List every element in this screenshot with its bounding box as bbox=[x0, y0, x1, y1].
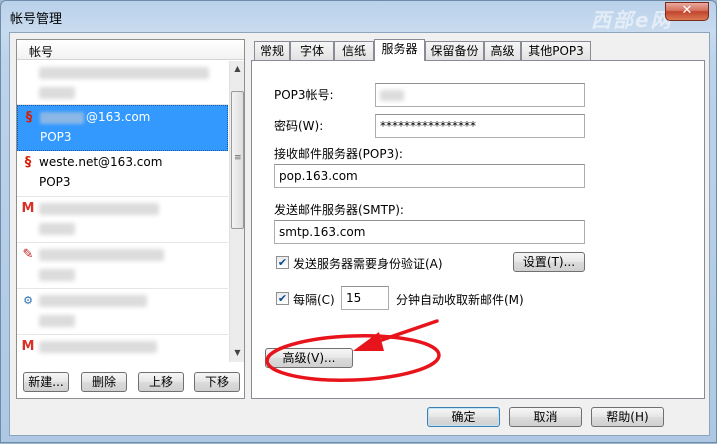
account-list-header[interactable]: 帐号 bbox=[17, 40, 244, 60]
redacted-type bbox=[39, 315, 75, 327]
redacted-account bbox=[380, 90, 404, 101]
redacted-email-prefix bbox=[40, 112, 84, 124]
auth-checkbox-label[interactable]: 发送服务器需要身份验证(A) bbox=[293, 255, 443, 272]
close-button[interactable]: ✕ bbox=[665, 2, 709, 21]
interval-minutes-field[interactable]: 15 bbox=[341, 286, 389, 310]
password-label: 密码(W): bbox=[274, 119, 324, 133]
redacted-type bbox=[39, 223, 75, 235]
window-title: 帐号管理 bbox=[10, 12, 63, 27]
title-bar[interactable]: 帐号管理 西部e网 ✕ bbox=[1, 1, 716, 33]
tab-general[interactable]: 常规 bbox=[254, 41, 290, 60]
scroll-up-icon[interactable]: ▲ bbox=[230, 61, 245, 77]
move-up-button[interactable]: 上移 bbox=[138, 372, 184, 392]
scroll-down-icon[interactable]: ▼ bbox=[230, 345, 245, 361]
interval-suffix-label: 分钟自动收取新邮件(M) bbox=[396, 293, 524, 307]
account-item-2[interactable]: § @163.com POP3 bbox=[17, 105, 228, 151]
exchange-icon: ⚙ bbox=[23, 294, 33, 307]
account-email: @163.com bbox=[86, 110, 151, 124]
account-type: POP3 bbox=[40, 130, 72, 144]
account-list-scrollbar[interactable]: ▲ ≡ ▼ bbox=[229, 61, 244, 362]
incoming-server-label: 接收邮件服务器(POP3): bbox=[274, 147, 403, 161]
outgoing-server-label: 发送邮件服务器(SMTP): bbox=[274, 203, 404, 217]
163-icon: § bbox=[25, 110, 33, 125]
account-list[interactable]: § @163.com POP3 § weste.net@163.com POP3… bbox=[17, 61, 228, 361]
cancel-button[interactable]: 取消 bbox=[509, 407, 582, 427]
interval-checkbox[interactable]: ✔ bbox=[276, 292, 289, 305]
account-manager-window: 帐号管理 西部e网 ✕ 帐号 § @163.com POP3 § weste.n… bbox=[0, 0, 717, 443]
delete-account-button[interactable]: 删除 bbox=[81, 372, 127, 392]
account-item-3[interactable]: § weste.net@163.com POP3 bbox=[17, 151, 228, 197]
gmail-icon: M bbox=[21, 201, 35, 216]
tab-font[interactable]: 字体 bbox=[290, 41, 334, 60]
account-type: POP3 bbox=[39, 175, 71, 189]
account-item-7[interactable]: M bbox=[17, 335, 228, 361]
pop3-account-label: POP3帐号: bbox=[274, 88, 334, 102]
redacted-email bbox=[39, 203, 159, 215]
tab-advanced[interactable]: 高级 bbox=[484, 41, 521, 60]
ok-button[interactable]: 确定 bbox=[427, 407, 500, 427]
new-account-button[interactable]: 新建... bbox=[23, 372, 69, 392]
account-item-1[interactable] bbox=[17, 61, 228, 105]
move-down-button[interactable]: 下移 bbox=[194, 372, 240, 392]
tab-backup[interactable]: 保留备份 bbox=[425, 41, 484, 60]
incoming-server-field[interactable]: pop.163.com bbox=[274, 164, 585, 188]
redacted-email bbox=[39, 341, 157, 353]
close-icon: ✕ bbox=[681, 3, 693, 18]
redacted-type bbox=[39, 87, 75, 99]
grip-icon: ≡ bbox=[234, 153, 242, 163]
redacted-type bbox=[39, 269, 75, 281]
account-item-6[interactable]: ⚙ bbox=[17, 289, 228, 335]
pop3-account-field[interactable] bbox=[375, 83, 585, 107]
tab-stationery[interactable]: 信纸 bbox=[334, 41, 374, 60]
tab-server[interactable]: 服务器 bbox=[374, 39, 425, 61]
watermark-logo: 西部e网 bbox=[591, 8, 673, 32]
account-column-label: 帐号 bbox=[29, 45, 54, 59]
dialog-client-area: 帐号 § @163.com POP3 § weste.net@163.com P… bbox=[9, 32, 710, 436]
redacted-email bbox=[39, 295, 147, 307]
server-tab-page: POP3帐号: 密码(W): **************** 接收邮件服务器(… bbox=[251, 60, 705, 399]
redacted-email bbox=[39, 67, 209, 79]
auth-checkbox[interactable]: ✔ bbox=[276, 256, 289, 269]
163-icon: § bbox=[24, 155, 32, 170]
redacted-email bbox=[39, 249, 164, 261]
advanced-button[interactable]: 高级(V)... bbox=[265, 348, 353, 368]
gmail-icon: M bbox=[21, 339, 35, 354]
auth-settings-button[interactable]: 设置(T)... bbox=[513, 252, 585, 272]
help-button[interactable]: 帮助(H) bbox=[591, 407, 664, 427]
password-field[interactable]: **************** bbox=[375, 114, 585, 138]
outgoing-server-field[interactable]: smtp.163.com bbox=[274, 220, 585, 244]
interval-checkbox-label[interactable]: 每隔(C) bbox=[293, 291, 335, 308]
scroll-thumb[interactable]: ≡ bbox=[231, 91, 244, 229]
feather-icon: ✎ bbox=[22, 247, 34, 262]
tab-other-pop3[interactable]: 其他POP3 bbox=[521, 41, 591, 60]
account-list-panel: 帐号 § @163.com POP3 § weste.net@163.com P… bbox=[16, 39, 245, 399]
account-email: weste.net@163.com bbox=[39, 155, 163, 169]
account-item-4[interactable]: M bbox=[17, 197, 228, 243]
account-item-5[interactable]: ✎ bbox=[17, 243, 228, 289]
